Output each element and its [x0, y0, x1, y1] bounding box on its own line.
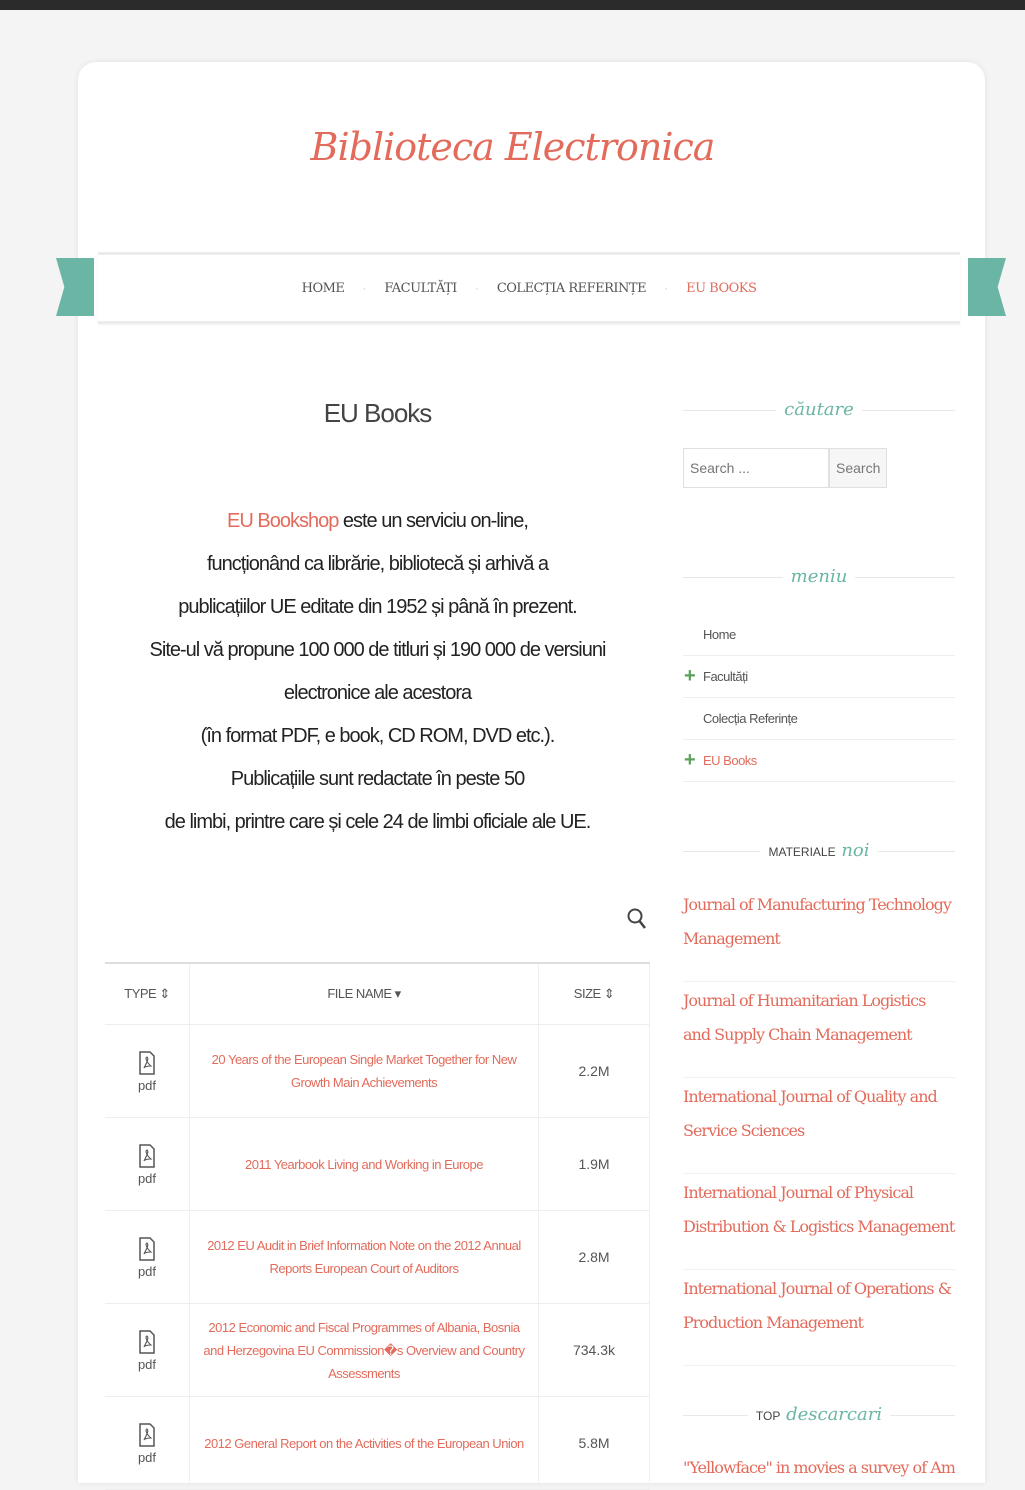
file-type-label: pdf: [137, 1077, 157, 1093]
file-name-link[interactable]: 2012 EU Audit in Brief Information Note …: [189, 1210, 539, 1304]
file-type-cell: pdf: [105, 1396, 190, 1490]
top-downloads-heading: TOP descarcari: [683, 1400, 955, 1430]
file-size: 1.9M: [538, 1117, 650, 1211]
table-row: pdf 2012 Economic and Fiscal Programmes …: [105, 1303, 650, 1397]
nav-item-home[interactable]: HOME: [302, 281, 345, 296]
top-downloads-title: TOP descarcari: [747, 1404, 891, 1425]
sidebar: căutare: [683, 395, 955, 425]
nav-item-eu-books[interactable]: EU BOOKS: [686, 281, 757, 296]
table-row: pdf 2012 EU Audit in Brief Information N…: [105, 1210, 650, 1304]
plus-icon[interactable]: +: [684, 740, 696, 781]
table-row: pdf 2011 Yearbook Living and Working in …: [105, 1117, 650, 1211]
browser-top-bar: [0, 0, 1025, 10]
sidebar-item-facultati[interactable]: + Facultăți: [683, 656, 955, 698]
pdf-file-icon: [139, 1050, 155, 1075]
pdf-file-icon: [139, 1422, 155, 1447]
file-type-label: pdf: [137, 1263, 157, 1279]
file-type-cell: pdf: [105, 1117, 190, 1211]
file-type-cell: pdf: [105, 1024, 190, 1118]
menu-widget-title: meniu: [782, 566, 856, 587]
search-widget-heading: căutare: [683, 395, 955, 425]
search-widget-title: căutare: [776, 399, 862, 420]
new-material-link[interactable]: International Journal of Operations & Pr…: [683, 1272, 955, 1366]
top-downloads-title-small: TOP: [755, 1409, 781, 1423]
intro-line-text: este un serviciu on-line,: [338, 510, 529, 532]
table-row: pdf 2012 General Report on the Activitie…: [105, 1396, 650, 1490]
search-icon[interactable]: [626, 905, 648, 933]
new-material-link[interactable]: International Journal of Physical Distri…: [683, 1176, 955, 1270]
new-materials-heading: MATERIALE noi: [683, 836, 955, 866]
file-name-link[interactable]: 2011 Yearbook Living and Working in Euro…: [189, 1117, 539, 1211]
intro-line: (în format PDF, e book, CD ROM, DVD etc.…: [200, 725, 556, 747]
column-header-size[interactable]: SIZE ⇕: [538, 962, 650, 1025]
nav-separator: ·: [664, 281, 669, 295]
search-input[interactable]: [683, 448, 829, 488]
plus-icon[interactable]: +: [684, 656, 696, 697]
new-materials-title-small: MATERIALE: [768, 845, 836, 859]
file-name-link[interactable]: 2012 General Report on the Activities of…: [189, 1396, 539, 1490]
file-size: 5.8M: [538, 1396, 650, 1490]
column-header-file-name[interactable]: FILE NAME ▾: [189, 962, 539, 1025]
column-header-type[interactable]: TYPE ⇕: [105, 962, 190, 1025]
table-header-row: TYPE ⇕ FILE NAME ▾ SIZE ⇕: [105, 962, 650, 1025]
table-row: pdf 20 Years of the European Single Mark…: [105, 1024, 650, 1118]
new-material-link[interactable]: Journal of Humanitarian Logistics and Su…: [683, 984, 955, 1078]
intro-line: Site-ul vă propune 100 000 de titluri și…: [149, 639, 607, 661]
site-title[interactable]: Biblioteca Electronica: [0, 125, 1025, 169]
file-size: 2.8M: [538, 1210, 650, 1304]
sidebar-item-home[interactable]: Home: [683, 614, 955, 656]
sidebar-item-eu-books[interactable]: + EU Books: [683, 740, 955, 782]
sidebar-item-label: Colecția Referințe: [703, 711, 798, 726]
pdf-file-icon: [139, 1236, 155, 1261]
file-table: TYPE ⇕ FILE NAME ▾ SIZE ⇕ pdf 20 Years o…: [105, 962, 650, 1490]
ribbon-right-decoration: [968, 258, 1006, 316]
main-nav: HOME · FACULTĂȚI · COLECȚIA REFERINȚE · …: [98, 252, 960, 324]
sidebar-menu: Home + Facultăți Colecția Referințe + EU…: [683, 614, 955, 782]
nav-separator: ·: [362, 281, 367, 295]
pdf-file-icon: [139, 1329, 155, 1354]
intro-text: EU Bookshop este un serviciu on-line, fu…: [105, 500, 650, 844]
page-title: EU Books: [323, 398, 433, 428]
pdf-file-icon: [139, 1143, 155, 1168]
file-type-cell: pdf: [105, 1210, 190, 1304]
file-type-label: pdf: [137, 1170, 157, 1186]
file-size: 734.3k: [538, 1303, 650, 1397]
sidebar-item-colectia-referinte[interactable]: Colecția Referințe: [683, 698, 955, 740]
nav-item-colectia-referinte[interactable]: COLECȚIA REFERINȚE: [497, 281, 647, 296]
file-type-label: pdf: [137, 1449, 157, 1465]
ribbon-left-decoration: [56, 258, 94, 316]
intro-line: de limbi, printre care și cele 24 de lim…: [164, 811, 592, 833]
intro-line: EU Bookshop este un serviciu on-line,: [105, 500, 650, 543]
new-material-link[interactable]: Journal of Manufacturing Technology Mana…: [683, 888, 955, 982]
sidebar-item-label: EU Books: [703, 753, 757, 768]
sidebar-item-label: Home: [703, 627, 736, 642]
sidebar-item-label: Facultăți: [703, 669, 748, 684]
intro-line: funcționând ca librărie, bibliotecă și a…: [207, 553, 549, 575]
file-type-label: pdf: [137, 1356, 157, 1372]
new-materials-list: Journal of Manufacturing Technology Mana…: [683, 888, 955, 1368]
file-type-cell: pdf: [105, 1303, 190, 1397]
nav-item-facultati[interactable]: FACULTĂȚI: [384, 281, 457, 296]
top-download-link[interactable]: "Yellowface" in movies a survey of Ameri…: [683, 1452, 955, 1484]
new-materials-title-italic: noi: [841, 840, 870, 861]
eu-bookshop-link[interactable]: EU Bookshop: [227, 510, 339, 532]
file-name-link[interactable]: 20 Years of the European Single Market T…: [189, 1024, 539, 1118]
top-downloads-title-italic: descarcari: [786, 1404, 883, 1425]
menu-widget-heading: meniu: [683, 562, 955, 592]
intro-line: Publicațiile sunt redactate în peste 50: [230, 768, 525, 790]
file-size: 2.2M: [538, 1024, 650, 1118]
nav-separator: ·: [474, 281, 479, 295]
new-material-link[interactable]: International Journal of Quality and Ser…: [683, 1080, 955, 1174]
intro-line: publicațiilor UE editate din 1952 și pân…: [178, 596, 577, 618]
file-name-link[interactable]: 2012 Economic and Fiscal Programmes of A…: [189, 1303, 539, 1397]
search-button[interactable]: Search: [829, 448, 887, 488]
intro-line: electronice ale acestora: [283, 682, 472, 704]
sidebar-search-form: Search: [683, 448, 887, 488]
new-materials-title: MATERIALE noi: [760, 840, 878, 861]
